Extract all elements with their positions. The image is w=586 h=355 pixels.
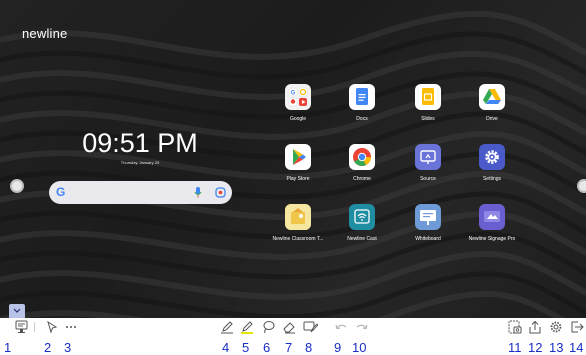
screenshot-icon[interactable] bbox=[507, 320, 523, 334]
settings-icon[interactable] bbox=[548, 320, 564, 334]
newline-logo: newline bbox=[22, 26, 68, 41]
app-slides[interactable]: Slides bbox=[398, 84, 458, 122]
undo-icon[interactable] bbox=[333, 320, 349, 334]
play-store-icon bbox=[285, 144, 311, 170]
app-play-store[interactable]: Play Store bbox=[268, 144, 328, 182]
annotation-number: 9 bbox=[334, 340, 342, 355]
google-logo: G bbox=[56, 185, 66, 199]
lasso-icon[interactable] bbox=[260, 320, 276, 334]
annotation-number: 6 bbox=[263, 340, 271, 355]
highlighter-icon[interactable] bbox=[239, 320, 255, 334]
chevron-down-icon bbox=[13, 308, 21, 313]
svg-text:G: G bbox=[291, 91, 296, 97]
whiteboard-icon bbox=[415, 204, 441, 230]
annotation-number: 10 bbox=[352, 340, 367, 355]
annotate-icon[interactable] bbox=[302, 320, 318, 334]
desktop-screen: newline 09:51 PM Thursday, January 29 G … bbox=[0, 0, 586, 318]
left-edge-button[interactable] bbox=[10, 179, 24, 193]
app-newline-cast[interactable]: Newline Cast bbox=[332, 204, 392, 242]
app-whiteboard[interactable]: Whiteboard bbox=[398, 204, 458, 242]
share-icon[interactable] bbox=[527, 320, 543, 334]
app-label: Source bbox=[420, 176, 436, 182]
app-label: Settings bbox=[482, 176, 502, 182]
annotation-number: 11 bbox=[508, 340, 522, 355]
eraser-icon[interactable] bbox=[281, 320, 297, 334]
pen-icon[interactable] bbox=[219, 320, 235, 334]
chrome-icon bbox=[349, 144, 375, 170]
app-newline-classroom[interactable]: Newline Classroom T... bbox=[268, 204, 328, 242]
app-label: Play Store bbox=[286, 176, 310, 182]
annotation-number: 4 bbox=[222, 340, 230, 355]
chat-icon[interactable] bbox=[14, 320, 30, 334]
clock-date: Thursday, January 29 bbox=[120, 160, 160, 165]
docs-icon bbox=[349, 84, 375, 110]
app-newline-signage-pro[interactable]: Newline Signage Pro bbox=[462, 204, 522, 242]
app-label: Docs bbox=[356, 116, 368, 122]
mic-icon[interactable] bbox=[194, 187, 202, 198]
annotation-number: 2 bbox=[44, 340, 52, 355]
slides-icon bbox=[415, 84, 441, 110]
classroom-icon bbox=[285, 204, 311, 230]
google-search-bar[interactable]: G bbox=[49, 181, 232, 204]
annotation-number: 1 bbox=[4, 340, 12, 355]
more-icon[interactable] bbox=[63, 320, 79, 334]
app-label: Chrome bbox=[353, 176, 371, 182]
app-label: Newline Classroom T... bbox=[272, 236, 324, 242]
app-drive[interactable]: Drive bbox=[462, 84, 522, 122]
app-docs[interactable]: Docs bbox=[332, 84, 392, 122]
bottom-toolbar: 1 2 3 4 5 6 7 8 9 10 11 12 13 14 bbox=[0, 318, 586, 355]
app-google[interactable]: G Google bbox=[268, 84, 328, 122]
right-edge-button[interactable] bbox=[577, 179, 586, 193]
annotation-number: 12 bbox=[528, 340, 543, 355]
pointer-icon[interactable] bbox=[44, 320, 60, 334]
drive-icon bbox=[479, 84, 505, 110]
annotation-number: 3 bbox=[64, 340, 72, 355]
signage-icon bbox=[479, 204, 505, 230]
annotation-number: 8 bbox=[305, 340, 313, 355]
app-label: Google bbox=[289, 116, 307, 122]
lens-icon[interactable] bbox=[215, 187, 226, 198]
source-icon bbox=[415, 144, 441, 170]
annotation-number: 7 bbox=[285, 340, 293, 355]
exit-icon[interactable] bbox=[569, 320, 585, 334]
redo-icon[interactable] bbox=[354, 320, 370, 334]
settings-icon bbox=[479, 144, 505, 170]
app-source[interactable]: Source bbox=[398, 144, 458, 182]
google-folder-icon: G bbox=[285, 84, 311, 110]
app-settings[interactable]: Settings bbox=[462, 144, 522, 182]
annotation-number: 5 bbox=[242, 340, 250, 355]
app-chrome[interactable]: Chrome bbox=[332, 144, 392, 182]
collapse-toolbar-button[interactable] bbox=[9, 304, 25, 318]
app-label: Whiteboard bbox=[415, 236, 441, 242]
annotation-number: 14 bbox=[569, 340, 584, 355]
app-label: Drive bbox=[486, 116, 498, 122]
app-label: Slides bbox=[421, 116, 435, 122]
toolbar-divider bbox=[34, 322, 35, 332]
annotation-number: 13 bbox=[549, 340, 564, 355]
app-label: Newline Signage Pro bbox=[468, 236, 516, 242]
clock-time: 09:51 PM bbox=[82, 128, 198, 158]
cast-icon bbox=[349, 204, 375, 230]
app-label: Newline Cast bbox=[347, 236, 377, 242]
